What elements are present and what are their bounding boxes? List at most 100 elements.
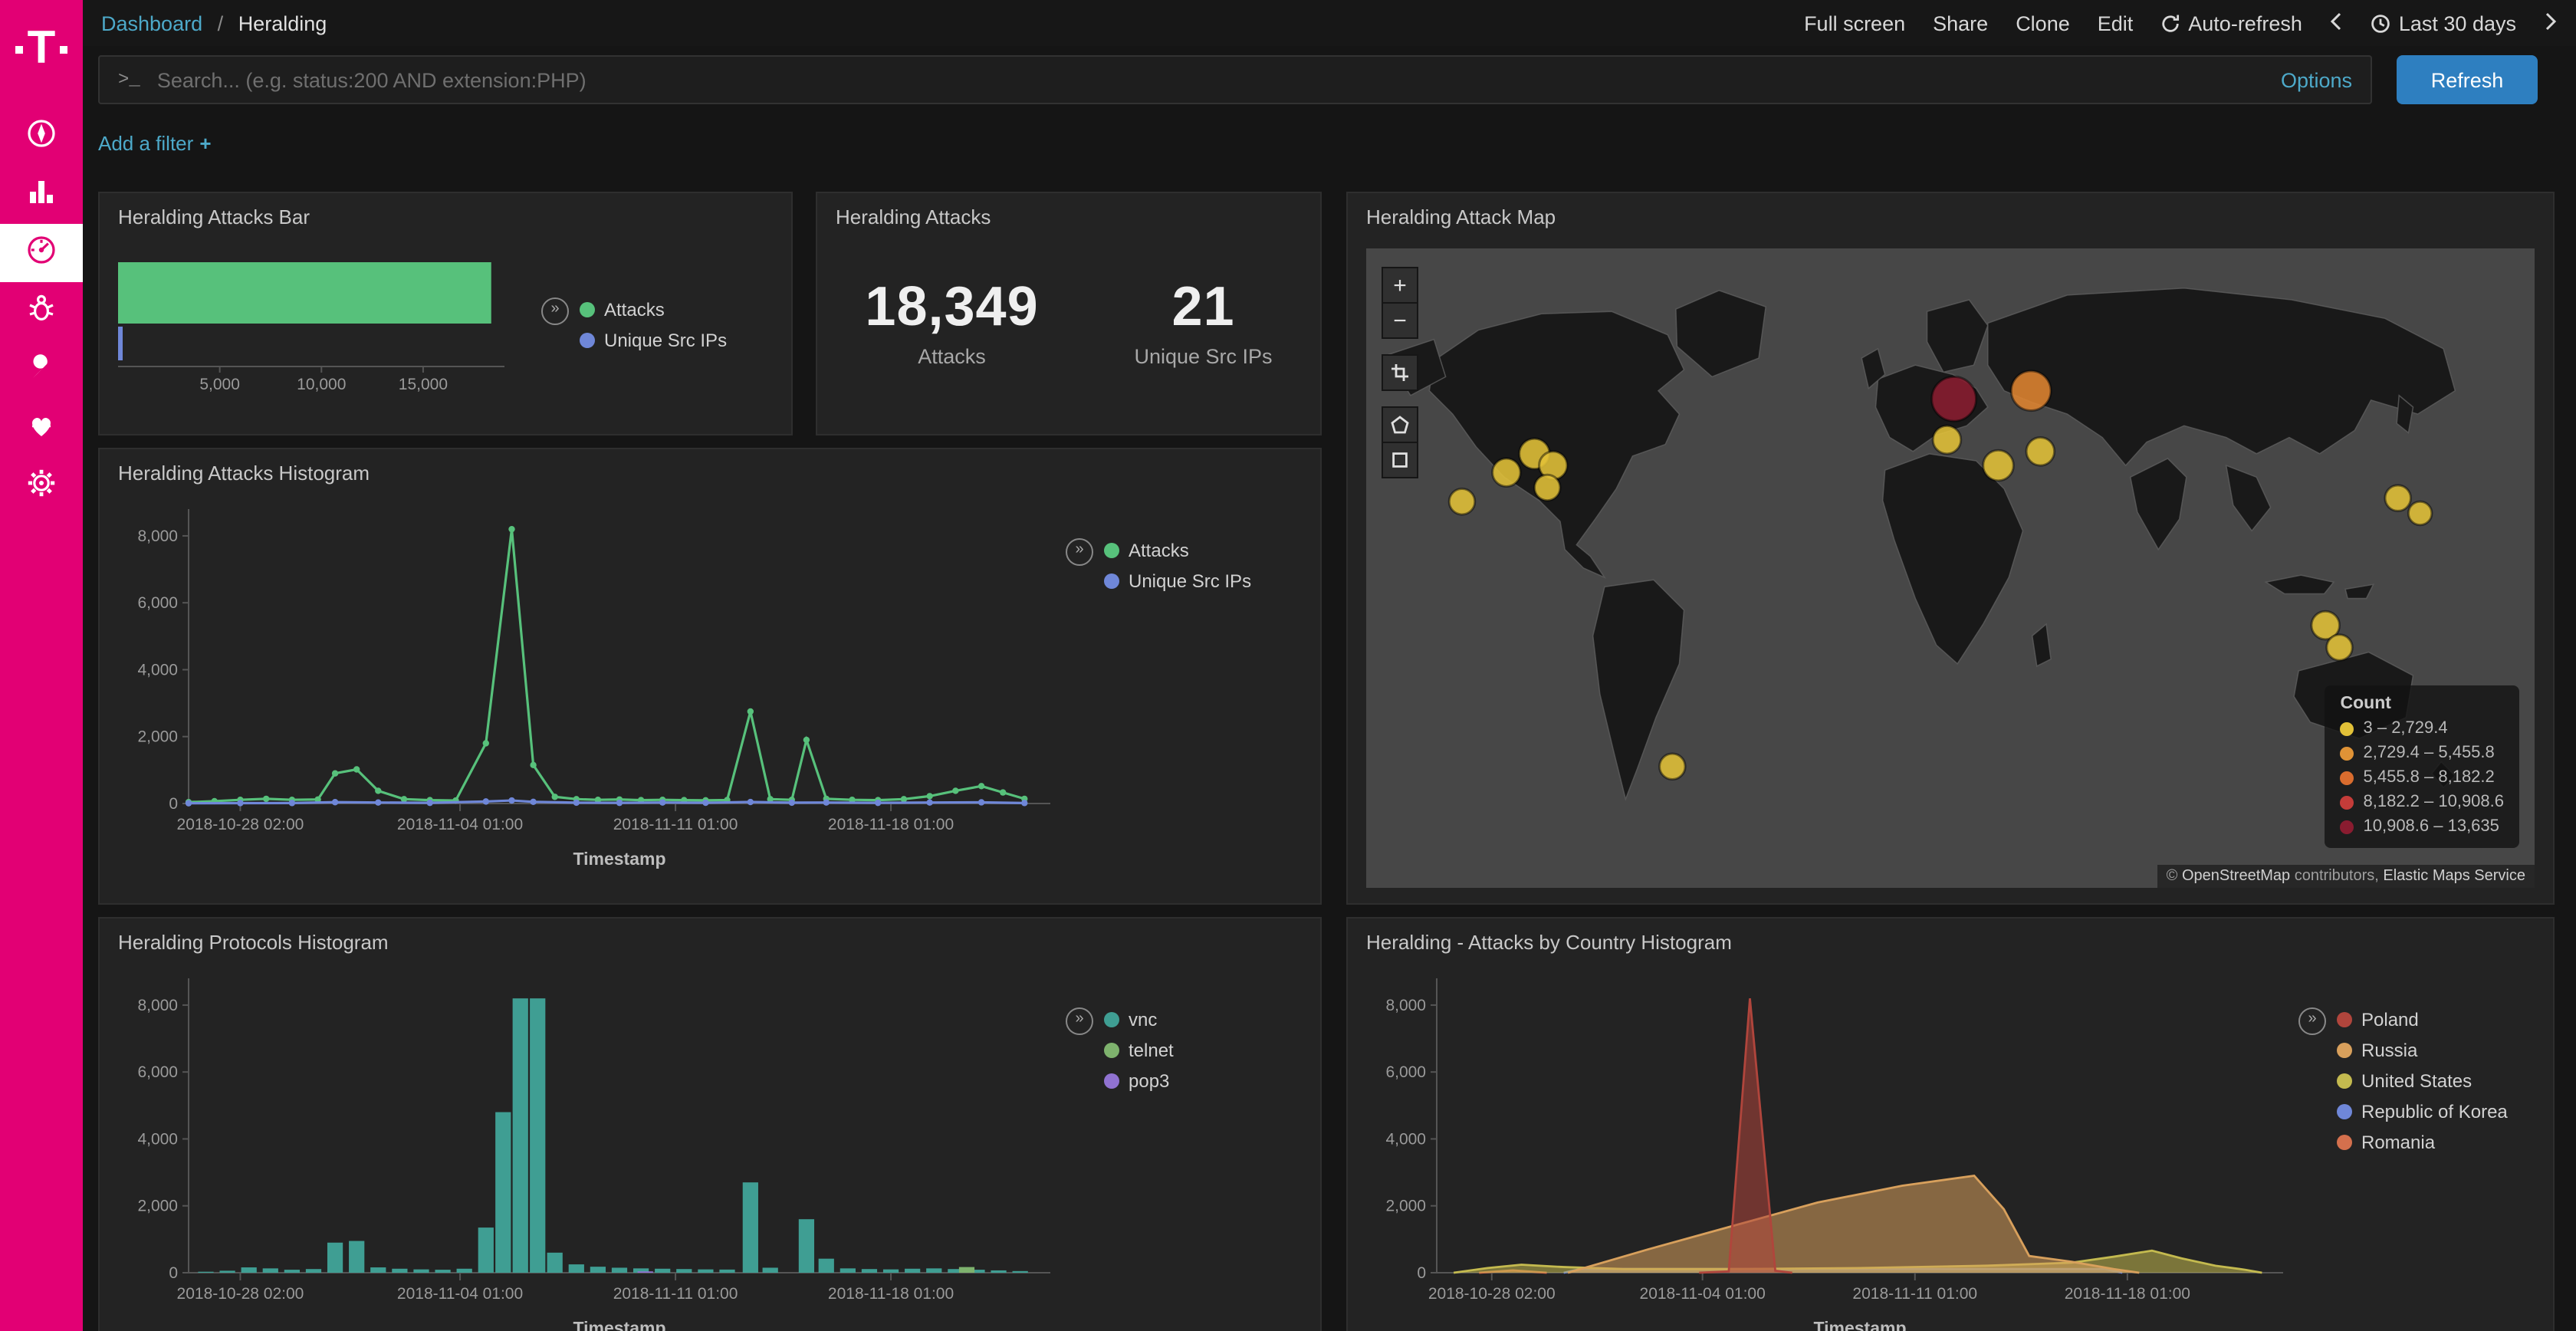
logo-square-left [15,45,23,53]
metric-value: 18,349 [865,274,1038,339]
logo-t: T [28,26,56,72]
refresh-query-button[interactable]: Refresh [2397,55,2538,104]
map-polygon-filter-button[interactable] [1382,406,1418,443]
search-input[interactable] [154,67,2267,93]
world-map[interactable]: + − Count 3 – 2,729.42,729.4 – 5,455.85,… [1366,248,2535,888]
map-zoom-in-button[interactable]: + [1382,267,1418,304]
svg-text:2018-10-28 02:00: 2018-10-28 02:00 [1428,1285,1556,1303]
svg-text:0: 0 [1417,1264,1426,1282]
attacks-histogram-chart[interactable]: 02,0004,0006,0008,0002018-10-28 02:00201… [109,491,1066,885]
panel-heralding-attacks-metric: Heralding Attacks 18,349 Attacks 21 Uniq… [816,192,1322,435]
svg-text:6,000: 6,000 [1385,1063,1426,1081]
map-rect-filter-button[interactable] [1382,442,1418,478]
time-forward-button[interactable] [2544,12,2558,35]
metric-label: Unique Src IPs [1134,345,1272,368]
sidebar-item-dashboard[interactable] [0,224,83,282]
add-filter-link[interactable]: Add a filter+ [98,132,212,155]
legend-item[interactable]: Poland [2337,1009,2508,1030]
svg-text:15,000: 15,000 [399,376,448,393]
sidebar-item-discover[interactable] [0,107,83,166]
legend-label: vnc [1129,1009,1157,1030]
map-count-legend: Count 3 – 2,729.42,729.4 – 5,455.85,455.… [2325,685,2520,848]
time-range-picker[interactable]: Last 30 days [2371,12,2516,35]
map-legend-label: 10,908.6 – 13,635 [2364,817,2499,836]
svg-text:2018-11-04 01:00: 2018-11-04 01:00 [1640,1285,1766,1303]
legend-item[interactable]: United States [2337,1070,2508,1092]
panel-attacks-by-country-histogram: Heralding - Attacks by Country Histogram… [1346,917,2555,1331]
legend-item[interactable]: vnc [1104,1009,1174,1030]
breadcrumb-dashboard-link[interactable]: Dashboard [101,12,202,35]
legend-item[interactable]: Unique Src IPs [580,329,727,350]
sidebar-nav [0,107,83,515]
legend-item[interactable]: Attacks [580,298,727,320]
legend-label: United States [2361,1070,2472,1092]
legend-item[interactable]: telnet [1104,1040,1174,1061]
svg-text:10,000: 10,000 [297,376,346,393]
map-fit-bounds-button[interactable] [1382,354,1418,391]
legend-label: telnet [1129,1040,1174,1061]
legend-toggle-icon[interactable]: » [541,297,569,324]
openstreetmap-link[interactable]: OpenStreetMap [2182,868,2290,885]
share-button[interactable]: Share [1933,12,1988,35]
legend-item[interactable]: pop3 [1104,1070,1174,1092]
sidebar-item-management[interactable] [0,457,83,515]
legend-toggle-icon[interactable]: » [1066,538,1093,566]
legend-color-dot [2337,1073,2352,1089]
crop-icon [1391,363,1409,382]
time-back-button[interactable] [2330,12,2344,35]
legend-item[interactable]: Unique Src IPs [1104,570,1251,592]
chart-legend: » vnc telnet pop3 [1066,960,1296,1331]
legend-item[interactable]: Romania [2337,1132,2508,1153]
pentagon-icon [1391,416,1409,434]
svg-text:4,000: 4,000 [137,661,178,679]
clock-icon [2371,13,2391,33]
legend-item[interactable]: Republic of Korea [2337,1101,2508,1122]
legend-toggle-icon[interactable]: » [2298,1007,2326,1035]
metric-attacks: 18,349 Attacks [865,274,1038,368]
auto-refresh-button[interactable]: Auto-refresh [2160,12,2302,35]
attacks-bar-chart[interactable]: 5,00010,00015,000 [109,235,532,414]
map-legend-item: 8,182.2 – 10,908.6 [2341,793,2505,811]
sidebar-item-timelion[interactable] [0,282,83,340]
query-prompt-icon: >_ [118,69,140,90]
legend-item[interactable]: Attacks [1104,540,1251,561]
map-legend-color-dot [2341,746,2354,760]
metric-unique-src-ips: 21 Unique Src IPs [1134,274,1272,368]
edit-button[interactable]: Edit [2098,12,2134,35]
svg-text:2,000: 2,000 [1385,1198,1426,1215]
refresh-arrow-icon [2160,13,2180,33]
dashboard-gauge-icon [25,232,58,274]
svg-text:Timestamp: Timestamp [573,1318,665,1331]
country-histogram-chart[interactable]: 02,0004,0006,0008,0002018-10-28 02:00201… [1357,960,2298,1331]
chart-legend: » Attacks Unique Src IPs [541,298,756,350]
elastic-maps-service-link[interactable]: Elastic Maps Service [2383,868,2525,885]
clone-button[interactable]: Clone [2016,12,2070,35]
sidebar-item-monitoring[interactable] [0,399,83,457]
legend-color-dot [580,332,595,347]
sidebar-item-devtools[interactable] [0,340,83,399]
legend-toggle-icon[interactable]: » [1066,1007,1093,1035]
filter-bar: Add a filter+ [98,132,212,155]
plus-icon: + [199,132,211,155]
kibana-dashboard-page: T D [0,0,2576,1331]
map-zoom-out-button[interactable]: − [1382,302,1418,339]
breadcrumb-separator: / [218,12,224,35]
map-legend-color-dot [2341,771,2354,784]
query-options-link[interactable]: Options [2281,68,2352,91]
map-legend-label: 3 – 2,729.4 [2364,719,2448,738]
full-screen-button[interactable]: Full screen [1804,12,1905,35]
map-legend-label: 8,182.2 – 10,908.6 [2364,793,2505,811]
legend-color-dot [580,301,595,317]
svg-text:4,000: 4,000 [1385,1130,1426,1148]
legend-label: Unique Src IPs [604,329,727,350]
panel-title: Heralding Attack Map [1348,193,2553,232]
panel-title: Heralding Protocols Histogram [100,919,1320,957]
map-legend-color-dot [2341,795,2354,809]
legend-color-dot [1104,573,1119,589]
legend-item[interactable]: Russia [2337,1040,2508,1061]
sidebar-item-visualize[interactable] [0,166,83,224]
protocols-histogram-chart[interactable]: 02,0004,0006,0008,0002018-10-28 02:00201… [109,960,1066,1331]
svg-text:2018-11-11 01:00: 2018-11-11 01:00 [613,816,738,833]
map-legend-color-dot [2341,820,2354,833]
breadcrumb: Dashboard / Heralding [101,12,327,35]
